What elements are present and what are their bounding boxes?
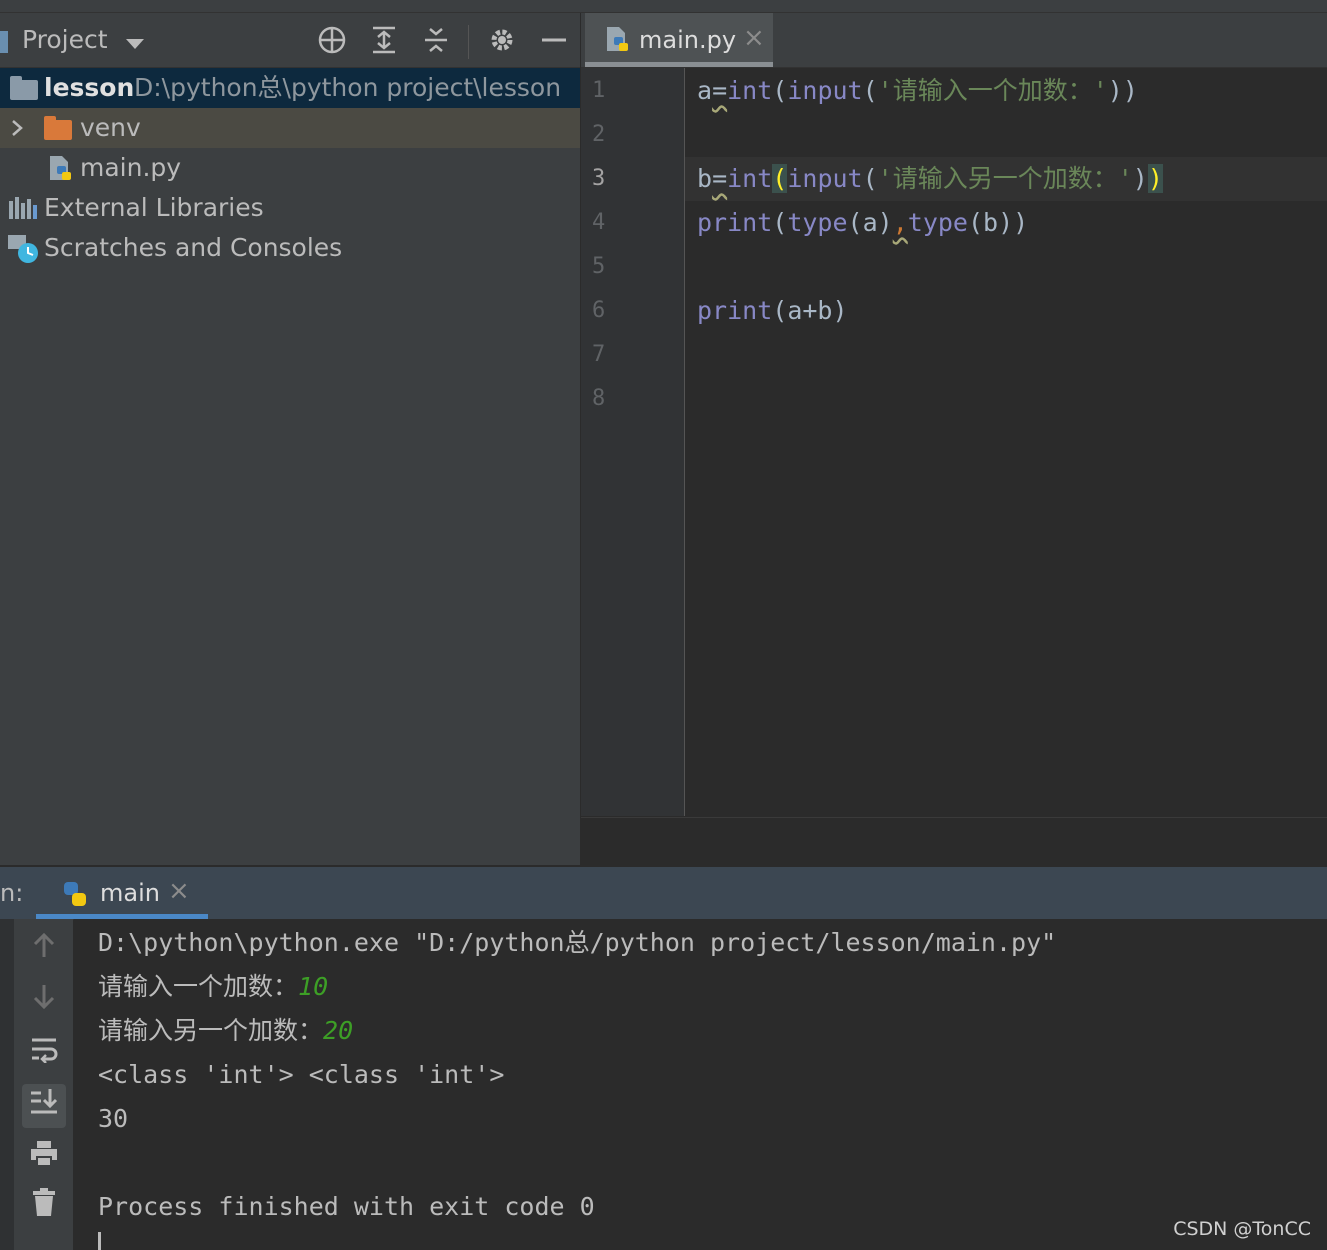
scroll-to-end-icon[interactable] [22,1084,66,1128]
chevron-right-icon[interactable] [10,119,24,137]
code-token-warning: , [892,208,908,237]
code-token: )) [1107,76,1138,105]
code-token-builtin: type [907,208,968,237]
expand-all-icon[interactable] [368,25,400,57]
run-panel-label: n: [0,879,24,907]
console-user-input: 10 [298,972,329,1001]
arrow-up-icon[interactable] [22,928,66,972]
code-line-4[interactable]: print(type(a),type(b)) [697,201,1028,245]
code-token-string: '请输入另一个加数：' [877,164,1133,193]
console-user-input: 20 [323,1016,354,1045]
console-line-command: D:\python\python.exe "D:/python总/python … [98,928,1057,957]
tree-item-main-py[interactable]: main.py [0,148,580,188]
console-line-finish: Process finished with exit code 0 [98,1192,595,1221]
minimize-icon[interactable] [538,25,570,57]
code-token-builtin: type [787,208,848,237]
console-line-prompt-1: 请输入一个加数：10 [98,965,328,1009]
code-token: (a+b) [772,296,848,325]
console-line-prompt-2: 请输入另一个加数：20 [98,1009,353,1053]
tree-item-lesson[interactable]: lesson D:\python总\python project\lesson [0,68,580,108]
tree-item-label: Scratches and Consoles [44,233,343,262]
close-icon[interactable]: × [743,23,765,53]
python-icon [64,882,86,906]
code-token-builtin: print [697,296,773,325]
code-token-string: '请输入一个加数：' [877,76,1108,105]
tree-item-label: lesson [44,73,135,102]
run-panel-header: n: main × [0,866,1327,920]
code-token: ( [772,208,788,237]
chevron-down-icon[interactable] [126,39,144,49]
code-token-builtin: int [727,164,773,193]
code-token: ( [862,76,878,105]
code-line-1[interactable]: a=int(input('请输入一个加数：')) [697,69,1138,113]
soft-wrap-icon[interactable] [22,1032,66,1076]
code-token: ( [772,76,788,105]
code-line-3[interactable]: b=int(input('请输入另一个加数：')) [697,157,1163,201]
collapse-all-icon[interactable] [420,25,452,57]
arrow-down-icon[interactable] [22,980,66,1024]
active-tab-indicator [585,62,773,67]
line-number: 1 [592,78,606,103]
code-token-builtin: print [697,208,773,237]
scratches-icon [8,235,38,263]
console-line-result: 30 [98,1104,129,1133]
brace-match-highlight: ( [772,164,788,193]
window-top-bar [0,0,1327,13]
gear-icon[interactable] [486,25,518,57]
watermark: CSDN @TonCC [1173,1218,1311,1240]
folder-icon [44,116,72,140]
trash-icon[interactable] [22,1186,66,1230]
line-number: 7 [592,342,606,367]
code-token-warning: = [712,164,728,193]
print-icon[interactable] [22,1136,66,1180]
tree-item-label: External Libraries [44,193,264,222]
tree-item-external-libraries[interactable]: External Libraries [0,188,580,228]
line-number-current: 3 [592,166,606,191]
code-token: ) [1132,164,1148,193]
tree-item-label: venv [80,113,141,142]
code-token-builtin: input [787,76,863,105]
project-view-icon [0,31,8,53]
locate-target-icon[interactable] [316,25,348,57]
code-token: (a) [847,208,893,237]
console-prompt: 请输入一个加数： [98,972,299,1001]
tab-run-main[interactable]: main × [36,867,208,919]
editor-tab-bar: main.py × [581,13,1327,68]
run-toolbar-edge [0,919,14,1250]
close-icon[interactable]: × [168,876,190,906]
code-token-warning: = [712,76,728,105]
brace-match-highlight: ) [1147,164,1163,193]
console-caret [98,1232,101,1250]
folder-icon [10,76,38,100]
tab-label: main.py [639,26,737,54]
tree-item-label: main.py [80,153,182,182]
code-token: a [697,76,713,105]
console-line-types: <class 'int'> <class 'int'> [98,1060,505,1089]
line-number: 4 [592,210,606,235]
project-view-selector[interactable]: Project [22,25,108,54]
code-line-6[interactable]: print(a+b) [697,289,848,333]
code-token-builtin: int [727,76,773,105]
python-file-icon [50,156,71,180]
line-number: 5 [592,254,606,279]
line-number: 6 [592,298,606,323]
python-file-icon [607,27,628,51]
code-token: b [697,164,713,193]
line-number: 2 [592,122,606,147]
tab-label: main [100,879,160,907]
project-panel: Project lesson D:\python总\python project… [0,13,580,865]
code-token: (b)) [967,208,1029,237]
tab-main-py[interactable]: main.py × [585,13,773,67]
tree-item-venv[interactable]: venv [0,108,580,148]
line-number: 8 [592,386,606,411]
code-token: ( [862,164,878,193]
tree-item-scratches[interactable]: Scratches and Consoles [0,228,580,268]
code-token-builtin: input [787,164,863,193]
library-icon [9,197,37,219]
project-panel-header: Project [0,13,580,68]
console-prompt: 请输入另一个加数： [98,1016,324,1045]
toolbar-divider [468,25,469,59]
tree-item-path: D:\python总\python project\lesson [134,73,562,102]
editor-breadcrumb-bar [581,817,1327,866]
